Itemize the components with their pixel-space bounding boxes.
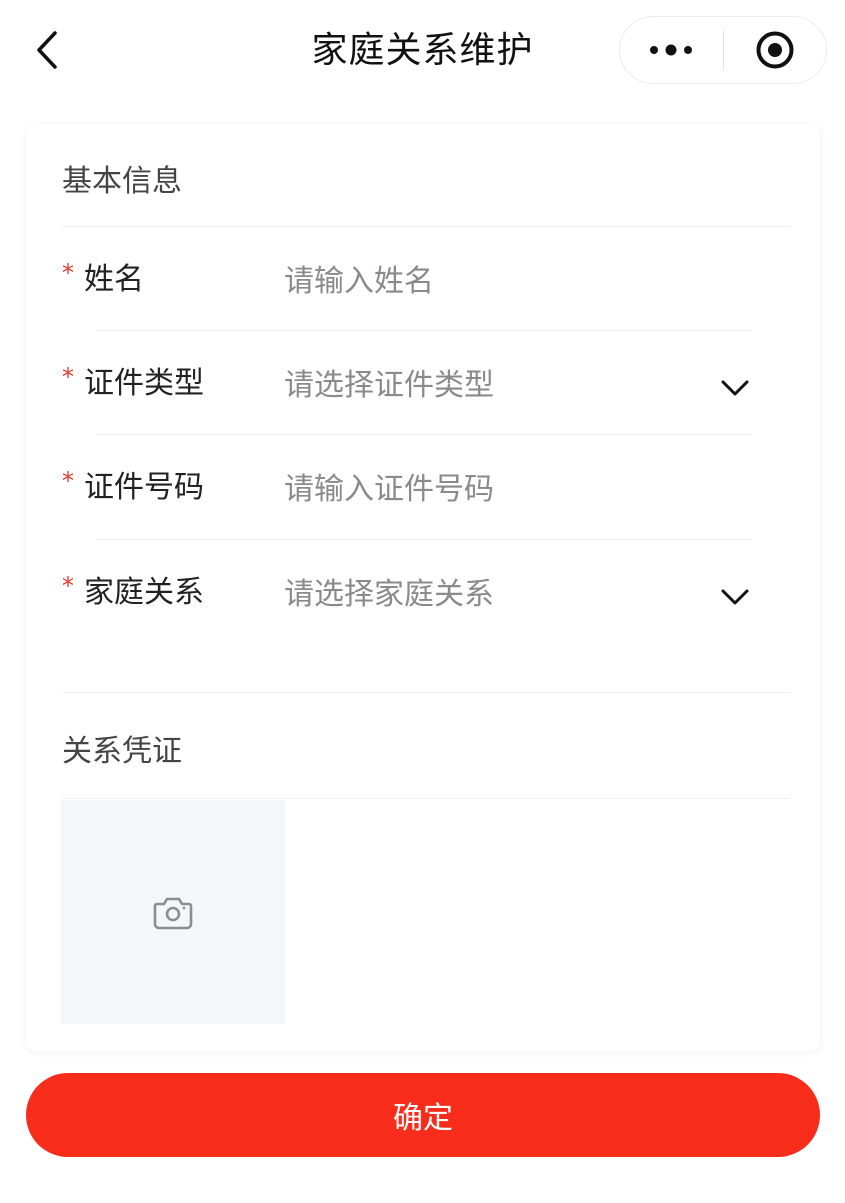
section-divider [62,692,790,693]
relation-label: 家庭关系 [84,575,204,610]
navigation-bar: 家庭关系维护 [0,0,845,100]
form-card: 基本信息 * 姓名 请输入姓名 * 证件类型 请选择证件类型 * 证件号码 请输… [26,124,820,1051]
row-divider [96,539,751,540]
target-circle-icon [756,31,794,69]
proof-section-title: 关系凭证 [62,734,182,769]
relation-select[interactable]: 请选择家庭关系 [284,575,494,615]
id-type-select[interactable]: 请选择证件类型 [284,366,494,406]
section-divider [62,226,790,227]
id-number-row: * 证件号码 请输入证件号码 [26,436,820,540]
name-label: 姓名 [84,262,144,297]
chevron-down-icon[interactable] [720,587,750,607]
id-type-label: 证件类型 [84,366,204,401]
row-divider [96,330,751,331]
mini-program-capsule [619,16,827,84]
row-divider [96,434,751,435]
basic-info-title: 基本信息 [62,164,182,199]
close-button[interactable] [724,17,827,83]
camera-icon [153,897,193,930]
more-button[interactable] [620,17,723,83]
id-number-input[interactable]: 请输入证件号码 [284,470,494,510]
required-mark: * [62,467,74,495]
relation-row[interactable]: * 家庭关系 请选择家庭关系 [26,541,820,645]
chevron-down-icon[interactable] [720,378,750,398]
required-mark: * [62,572,74,600]
required-mark: * [62,259,74,287]
confirm-button[interactable]: 确定 [26,1073,820,1157]
upload-photo-button[interactable] [61,800,285,1024]
more-dots-icon [650,44,693,56]
id-number-label: 证件号码 [84,470,204,505]
required-mark: * [62,363,74,391]
name-row: * 姓名 请输入姓名 [26,228,820,332]
name-input[interactable]: 请输入姓名 [284,262,434,302]
section-divider [62,798,790,799]
id-type-row[interactable]: * 证件类型 请选择证件类型 [26,332,820,436]
